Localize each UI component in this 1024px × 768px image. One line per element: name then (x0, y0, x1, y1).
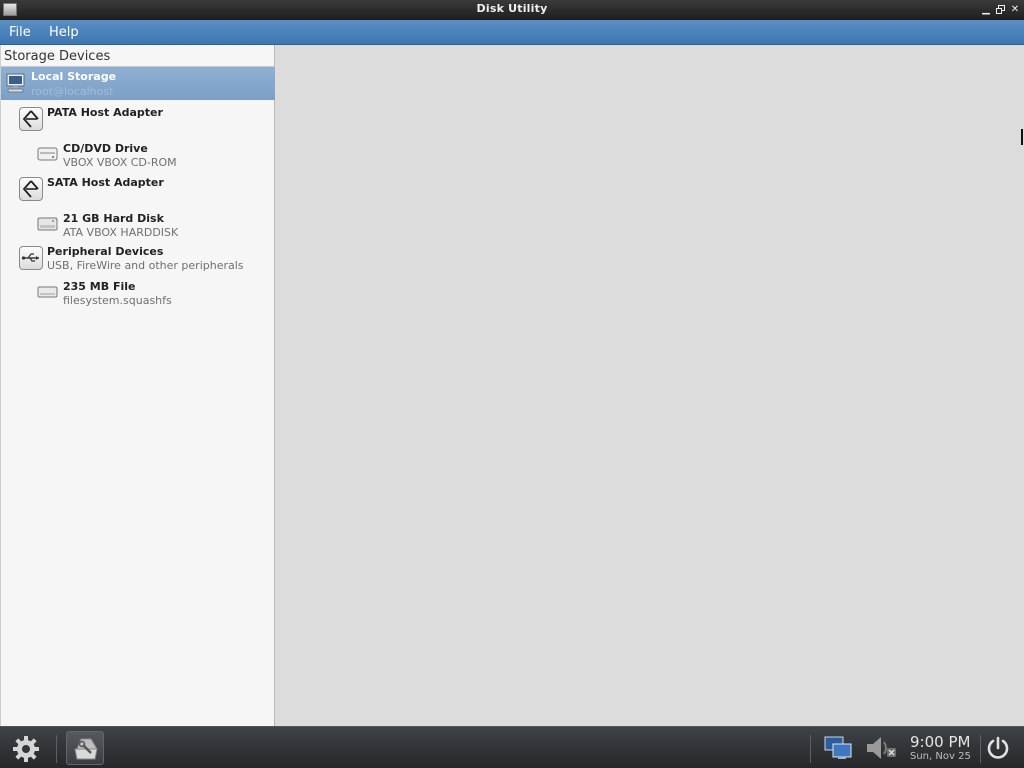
sidebar-item-label: SATA Host Adapter (47, 176, 164, 189)
sidebar-item-235mb-file[interactable]: 235 MB File filesystem.squashfs (1, 277, 275, 309)
computer-icon (6, 73, 25, 93)
sidebar-item-sublabel: USB, FireWire and other peripherals (47, 259, 244, 272)
restore-button[interactable] (994, 3, 1006, 16)
host-adapter-icon (19, 177, 43, 201)
sidebar-item-pata-host-adapter[interactable]: PATA Host Adapter (1, 103, 275, 135)
sidebar-item-label: Peripheral Devices (47, 245, 164, 258)
network-icon[interactable] (824, 736, 852, 760)
power-icon[interactable] (986, 736, 1010, 760)
settings-gear-icon[interactable] (10, 733, 42, 765)
details-pane (276, 45, 1024, 726)
menu-bar: File Help (0, 20, 1024, 45)
storage-devices-sidebar: Storage Devices Local Storage root@local… (0, 45, 275, 726)
optical-drive-icon (37, 147, 58, 161)
sidebar-item-label: 235 MB File (63, 280, 136, 293)
taskbar-separator (56, 735, 57, 763)
sidebar-item-label: Local Storage (31, 70, 117, 83)
clock-time[interactable]: 9:00 PM (910, 733, 970, 751)
sidebar-item-hard-disk[interactable]: 21 GB Hard Disk ATA VBOX HARDDISK (1, 209, 275, 241)
host-adapter-icon (19, 107, 43, 131)
sidebar-header: Storage Devices (4, 49, 111, 64)
taskbar-separator (810, 735, 811, 763)
taskbar: 9:00 PM Sun, Nov 25 (0, 726, 1024, 768)
close-button[interactable]: ✕ (1009, 3, 1021, 16)
usb-icon (19, 246, 43, 270)
sidebar-item-peripheral-devices[interactable]: Peripheral Devices USB, FireWire and oth… (1, 243, 275, 275)
minimize-button[interactable]: ▁ (980, 3, 992, 16)
menu-file[interactable]: File (9, 25, 31, 40)
clock-date[interactable]: Sun, Nov 25 (910, 751, 971, 762)
sidebar-item-label: PATA Host Adapter (47, 106, 163, 119)
sidebar-item-label: CD/DVD Drive (63, 142, 148, 155)
sidebar-item-sublabel: root@localhost (31, 85, 114, 98)
disk-utility-app-icon (74, 738, 98, 760)
file-disk-icon (37, 286, 58, 298)
restore-icon (995, 5, 1005, 14)
hard-disk-icon (37, 217, 58, 231)
sidebar-item-local-storage[interactable]: Local Storage root@localhost (1, 67, 275, 100)
window-title: Disk Utility (476, 2, 548, 15)
sidebar-item-sublabel: ATA VBOX HARDDISK (63, 226, 179, 239)
menu-help[interactable]: Help (49, 25, 79, 40)
sidebar-item-sublabel: VBOX VBOX CD-ROM (63, 156, 177, 169)
sidebar-item-cd-dvd-drive[interactable]: CD/DVD Drive VBOX VBOX CD-ROM (1, 139, 275, 171)
window-titlebar: Disk Utility ▁ ✕ (0, 0, 1024, 20)
taskbar-disk-utility-button[interactable] (66, 731, 104, 765)
sidebar-item-sata-host-adapter[interactable]: SATA Host Adapter (1, 173, 275, 205)
taskbar-separator (980, 735, 981, 763)
sidebar-item-label: 21 GB Hard Disk (63, 212, 164, 225)
sidebar-item-sublabel: filesystem.squashfs (63, 294, 172, 307)
volume-muted-icon[interactable] (864, 735, 898, 761)
